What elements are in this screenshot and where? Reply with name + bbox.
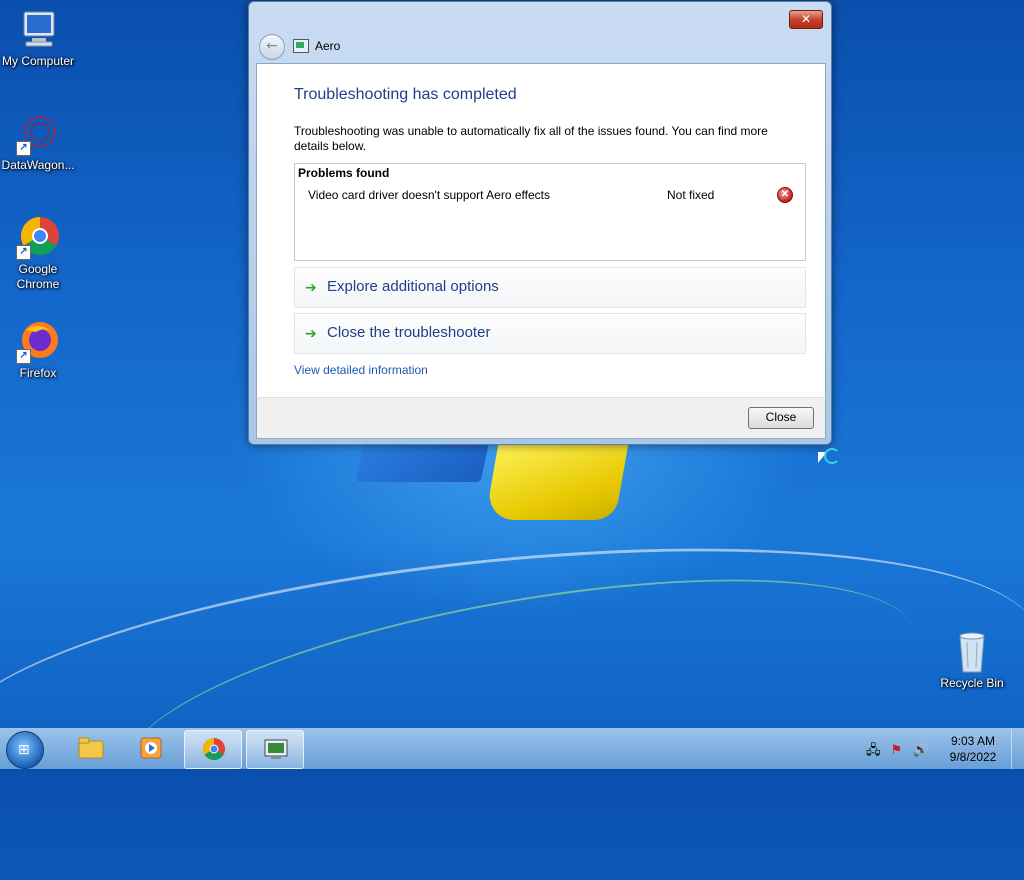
troubleshooter-app-icon [293, 39, 309, 53]
folder-icon [78, 737, 104, 759]
window-title: Aero [315, 39, 341, 53]
dialog-footer: Close [256, 397, 826, 439]
desktop-icon-label: Firefox [19, 366, 57, 380]
desktop-icon-label: DataWagon... [1, 158, 75, 172]
close-troubleshooter-link[interactable]: ➔ Close the troubleshooter [294, 313, 806, 354]
show-desktop-button[interactable] [1011, 729, 1024, 769]
shortcut-arrow-icon: ↗ [16, 245, 31, 260]
firefox-icon: ↗ [16, 320, 60, 364]
desktop-icon-label: My Computer [1, 54, 75, 68]
problem-row: Video card driver doesn't support Aero e… [295, 186, 805, 206]
taskbar-troubleshooter-button[interactable] [246, 730, 304, 769]
volume-icon[interactable]: 🔊 [912, 743, 928, 758]
error-icon: ✕ [777, 187, 793, 203]
back-button[interactable]: ← [259, 34, 285, 60]
shortcut-arrow-icon: ↗ [16, 349, 31, 364]
wallpaper-logo-blue [355, 440, 490, 482]
datawagon-icon: ↗ [16, 112, 60, 156]
troubleshooter-window: ✕ ← Aero Troubleshooting has completed T… [248, 1, 832, 445]
explore-additional-options-link[interactable]: ➔ Explore additional options [294, 267, 806, 308]
recycle-bin-icon [950, 630, 994, 674]
network-icon[interactable]: 🖧 [866, 743, 881, 758]
chrome-icon [203, 738, 225, 760]
busy-spinner-icon [824, 448, 840, 464]
desktop-icon-label: Recycle Bin [940, 676, 1004, 690]
desktop-icon-google-chrome[interactable]: ↗ Google Chrome [0, 216, 76, 292]
navigation-bar: ← Aero [257, 34, 817, 60]
problem-name: Video card driver doesn't support Aero e… [308, 188, 550, 202]
desktop-icon-label: Google Chrome [16, 262, 60, 291]
desktop-icon-my-computer[interactable]: My Computer [0, 8, 76, 69]
clock[interactable]: 9:03 AM 9/8/2022 [940, 733, 1006, 765]
arrow-right-icon: ➔ [305, 280, 317, 296]
clock-date: 9/8/2022 [949, 750, 997, 764]
taskbar-explorer-button[interactable] [62, 730, 118, 767]
desktop-icon-datawagon[interactable]: ↗ DataWagon... [0, 112, 76, 173]
option-label: Close the troubleshooter [327, 324, 491, 341]
close-button[interactable]: Close [748, 407, 814, 429]
start-button[interactable]: ⊞ [6, 731, 44, 769]
description-text: Troubleshooting was unable to automatica… [294, 124, 768, 153]
window-close-button[interactable]: ✕ [789, 10, 823, 29]
shortcut-arrow-icon: ↗ [16, 141, 31, 156]
action-center-flag-icon[interactable]: ⚑ [891, 743, 903, 758]
problems-found-title: Problems found [298, 166, 390, 180]
arrow-right-icon: ➔ [305, 326, 317, 342]
option-label: Explore additional options [327, 278, 499, 295]
troubleshooter-app-icon [264, 739, 288, 759]
taskbar-chrome-button[interactable] [184, 730, 242, 769]
windows-logo-icon: ⊞ [18, 742, 30, 758]
computer-icon [16, 8, 60, 52]
system-tray: 🖧 ⚑ 🔊 [866, 741, 935, 763]
chrome-icon: ↗ [16, 216, 60, 260]
taskbar-media-player-button[interactable] [122, 730, 178, 767]
view-detailed-information-link[interactable]: View detailed information [294, 363, 428, 377]
wallpaper-logo-yellow [484, 440, 630, 520]
media-player-icon [140, 737, 162, 759]
desktop-icon-firefox[interactable]: ↗ Firefox [0, 320, 76, 381]
page-title: Troubleshooting has completed [294, 86, 517, 103]
desktop-icon-recycle-bin[interactable]: Recycle Bin [934, 630, 1010, 691]
content-panel: Troubleshooting has completed Troublesho… [256, 63, 826, 398]
problems-found-box: Problems found Video card driver doesn't… [294, 163, 806, 261]
clock-time: 9:03 AM [950, 734, 996, 748]
problem-status: Not fixed [667, 188, 715, 202]
taskbar: ⊞ 🖧 ⚑ 🔊 9:03 AM 9/8/2022 [0, 728, 1024, 769]
